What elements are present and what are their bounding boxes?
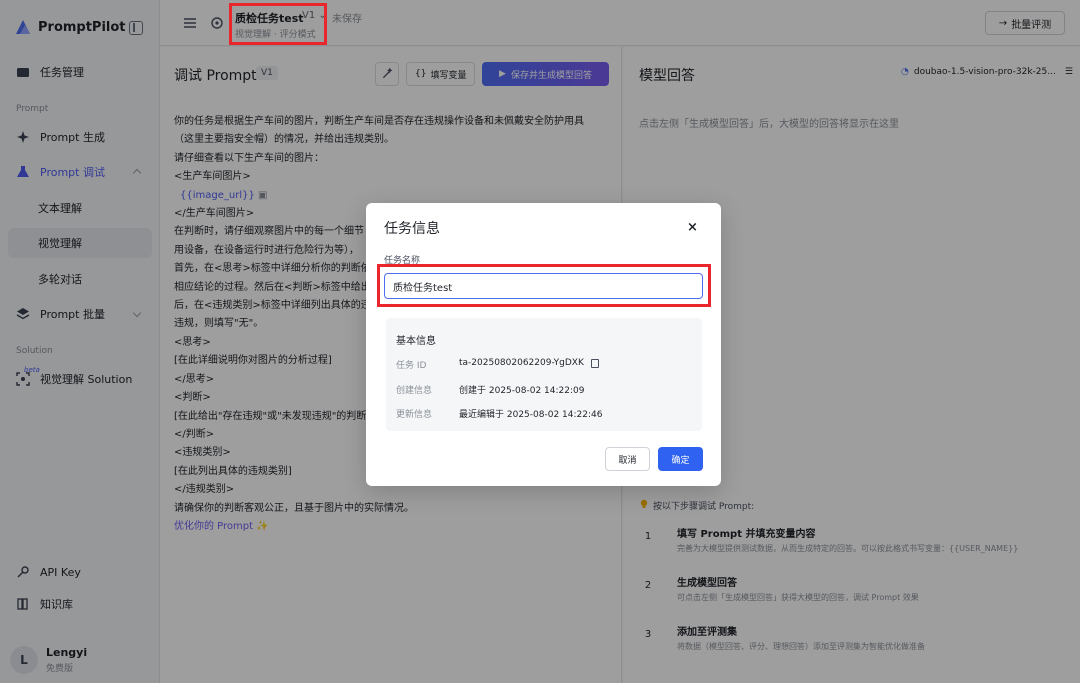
copy-icon[interactable] xyxy=(590,359,599,368)
task-info-dialog: 任务信息 × 任务名称 基本信息 任务 ID ta-20250802062209… xyxy=(366,203,721,486)
info-key: 创建信息 xyxy=(396,386,433,396)
highlight-box-title xyxy=(229,3,327,45)
highlight-box-name-input xyxy=(377,264,711,307)
info-row-updated: 更新信息 最近编辑于 2025-08-02 14:22:46 xyxy=(396,407,602,420)
info-row-created: 创建信息 创建于 2025-08-02 14:22:09 xyxy=(396,383,584,396)
info-key: 任务 ID xyxy=(396,361,427,371)
close-icon[interactable]: × xyxy=(687,220,698,235)
info-key: 更新信息 xyxy=(396,410,433,420)
confirm-button[interactable]: 确定 xyxy=(658,447,703,471)
info-value: 最近编辑于 2025-08-02 14:22:46 xyxy=(459,410,603,420)
info-row-task-id: 任务 ID ta-20250802062209-YgDXK xyxy=(396,358,599,371)
basic-info-title: 基本信息 xyxy=(396,336,436,347)
dialog-title: 任务信息 xyxy=(384,221,440,237)
cancel-button[interactable]: 取消 xyxy=(605,447,650,471)
basic-info-card: 基本信息 任务 ID ta-20250802062209-YgDXK 创建信息 … xyxy=(386,318,702,431)
info-value: 创建于 2025-08-02 14:22:09 xyxy=(459,386,585,396)
info-value: ta-20250802062209-YgDXK xyxy=(459,358,584,368)
